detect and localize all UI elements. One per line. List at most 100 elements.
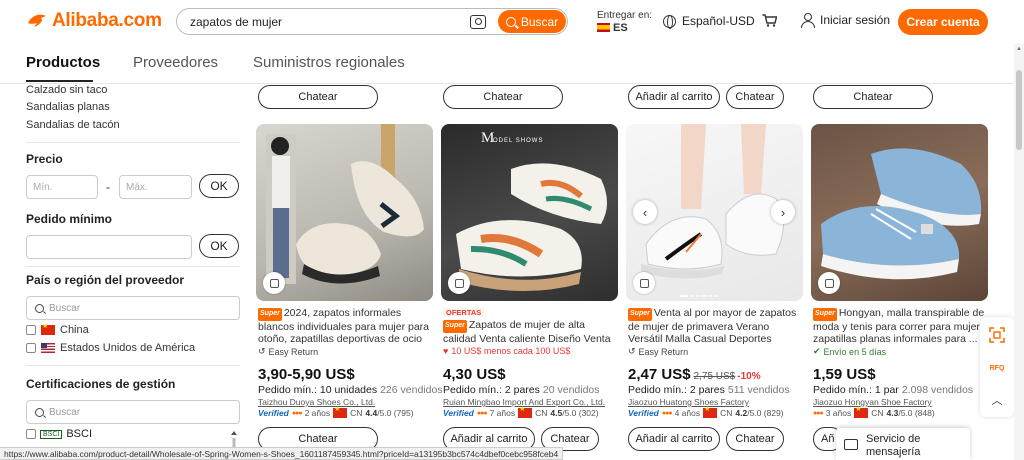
search-button-label: Buscar — [520, 14, 559, 29]
supplier-rating: 4.2 — [735, 408, 748, 418]
checkbox[interactable] — [26, 429, 36, 439]
tab-suministros-regionales[interactable]: Suministros regionales — [253, 54, 405, 71]
region-search-input[interactable]: Buscar — [26, 296, 240, 320]
signin-label: Iniciar sesión — [820, 13, 891, 27]
chat-button[interactable]: Chatear — [443, 85, 563, 109]
min-order: Pedido mín.: 2 pares 20 vendidos — [443, 384, 600, 396]
product-image[interactable] — [256, 124, 433, 301]
image-search-icon[interactable] — [633, 272, 655, 294]
cert-filter-bsci[interactable]: BSCI BSCI — [26, 428, 92, 440]
search-bar[interactable]: zapatos de mujer Buscar — [176, 8, 568, 35]
supplier-rating: 4.3 — [886, 408, 899, 418]
min-order-heading: Pedido mínimo — [26, 212, 113, 226]
supplier-country: CN — [535, 408, 548, 418]
category-sandalias-tacon[interactable]: Sandalias de tacón — [26, 119, 120, 131]
scrollbar-thumb[interactable] — [1016, 70, 1022, 150]
usa-flag-icon — [41, 343, 55, 353]
tab-productos[interactable]: Productos — [26, 54, 100, 71]
image-search-icon[interactable] — [448, 272, 470, 294]
country-filter-usa[interactable]: Estados Unidos de América — [26, 342, 195, 354]
supplier-rating: 4.5 — [550, 408, 563, 418]
product-title[interactable]: Super Hongyan, malla transpirable de moda… — [813, 307, 988, 345]
min-order-input[interactable] — [26, 235, 192, 259]
product-photo — [821, 148, 982, 280]
rating-dots-icon: ●●● — [291, 409, 303, 417]
check-icon: ✔ — [813, 346, 821, 356]
country-filter-china[interactable]: China — [26, 322, 89, 336]
product-image[interactable]: M ODEL SHOWS — [441, 124, 618, 301]
price-ok-button[interactable]: OK — [199, 174, 239, 198]
page-scrollbar[interactable]: ▲ — [1014, 44, 1024, 460]
chat-button[interactable]: Chatear — [813, 85, 933, 109]
sold-count: 226 vendidos — [380, 384, 443, 396]
deliver-to[interactable]: Entregar en: ES — [597, 10, 652, 35]
price-min-input[interactable]: Mín. — [26, 175, 98, 199]
logo-text: Alibaba.com — [52, 10, 162, 31]
rating-dots-icon: ●●● — [476, 409, 488, 417]
image-search-icon[interactable] — [263, 272, 285, 294]
add-to-cart-button[interactable]: Añadir al carrito — [628, 85, 720, 109]
product-title[interactable]: Super Zapatos de mujer de alta calidad Ve… — [443, 319, 618, 345]
carousel-prev-button[interactable]: ‹ — [633, 200, 657, 224]
supplier-link[interactable]: Jiaozuo Hongyan Shoe Factory — [813, 397, 932, 407]
min-order-ok-button[interactable]: OK — [199, 234, 239, 258]
super-badge: Super — [443, 320, 467, 333]
min-order-text: Pedido mín.: 2 pares — [443, 384, 540, 396]
tab-proveedores[interactable]: Proveedores — [133, 54, 218, 71]
region-heading: País o región del proveedor — [26, 273, 185, 287]
supplier-link[interactable]: Jiaozuo Huatong Shoes Factory — [628, 397, 749, 407]
cart-icon[interactable] — [762, 14, 777, 27]
product-image[interactable] — [811, 124, 988, 301]
carousel-next-button[interactable]: › — [771, 200, 795, 224]
checkbox[interactable] — [26, 325, 36, 335]
product-price: 1,59 US$ — [813, 366, 876, 383]
image-search-icon[interactable] — [470, 14, 486, 29]
scan-icon[interactable] — [989, 327, 1005, 343]
spain-flag-icon — [597, 23, 610, 32]
supplier-rating-count: /5.0 (795) — [377, 408, 414, 418]
category-sandalias-planas[interactable]: Sandalias planas — [26, 101, 110, 113]
signin-link[interactable]: Iniciar sesión — [801, 13, 891, 28]
product-title-text: Zapatos de mujer de alta calidad Venta c… — [443, 319, 611, 345]
supplier-link[interactable]: Taizhou Duoya Shoes Co., Ltd. — [258, 397, 375, 407]
easy-return: ↺ Easy Return — [628, 346, 688, 357]
discount-percent: -10% — [737, 371, 761, 382]
min-order-text: Pedido mín.: 2 pares — [628, 384, 725, 396]
category-calzado-sin-taco[interactable]: Calzado sin taco — [26, 84, 107, 96]
checkbox[interactable] — [26, 343, 36, 353]
back-to-top-icon[interactable]: ︿ — [989, 393, 1005, 409]
deliver-label: Entregar en: — [597, 10, 653, 21]
product-title[interactable]: Super 2024, zapatos informales blancos in… — [258, 307, 433, 345]
min-order-text: Pedido mín.: 1 par — [813, 384, 899, 396]
chat-button[interactable]: Chatear — [726, 427, 784, 451]
cert-search-input[interactable]: Buscar — [26, 400, 240, 424]
floating-tools-panel: RFQ ︿ — [980, 317, 1014, 417]
supplier-years: 7 años — [489, 408, 516, 418]
chat-button[interactable]: Chatear — [726, 85, 784, 109]
messaging-service-popup[interactable]: Servicio de mensajería — [836, 428, 970, 460]
verified-badge: Verified — [258, 408, 289, 418]
language-selector[interactable]: Español-USD — [663, 14, 755, 29]
product-title-text: Hongyan, malla transpirable de moda y te… — [813, 307, 985, 345]
easy-return: ↺ Easy Return — [258, 346, 318, 357]
search-input[interactable]: zapatos de mujer — [190, 15, 470, 29]
search-button[interactable]: Buscar — [498, 10, 566, 33]
chat-button[interactable]: Chatear — [258, 85, 378, 109]
rfq-icon[interactable]: RFQ — [989, 361, 1005, 377]
image-search-icon[interactable] — [818, 272, 840, 294]
price-max-input[interactable]: Máx. — [119, 175, 192, 199]
product-title[interactable]: Super Venta al por mayor de zapatos de mu… — [628, 307, 803, 345]
scroll-up-icon[interactable]: ▲ — [1015, 46, 1023, 54]
return-icon: ↺ — [258, 346, 266, 356]
supplier-country: CN — [350, 408, 363, 418]
create-account-button[interactable]: Crear cuenta — [898, 9, 988, 35]
country-label: China — [60, 324, 89, 336]
supplier-years: 4 años — [674, 408, 701, 418]
easy-return-label: Easy Return — [268, 346, 319, 357]
bsci-logo-icon: BSCI — [40, 429, 63, 439]
super-badge: Super — [258, 308, 282, 321]
messaging-service-label: Servicio de mensajería — [866, 433, 921, 458]
alibaba-logo[interactable]: Alibaba.com — [26, 10, 162, 32]
add-to-cart-button[interactable]: Añadir al carrito — [628, 427, 720, 451]
filter-sidebar: Calzado sin taco Sandalias planas Sandal… — [0, 84, 245, 460]
